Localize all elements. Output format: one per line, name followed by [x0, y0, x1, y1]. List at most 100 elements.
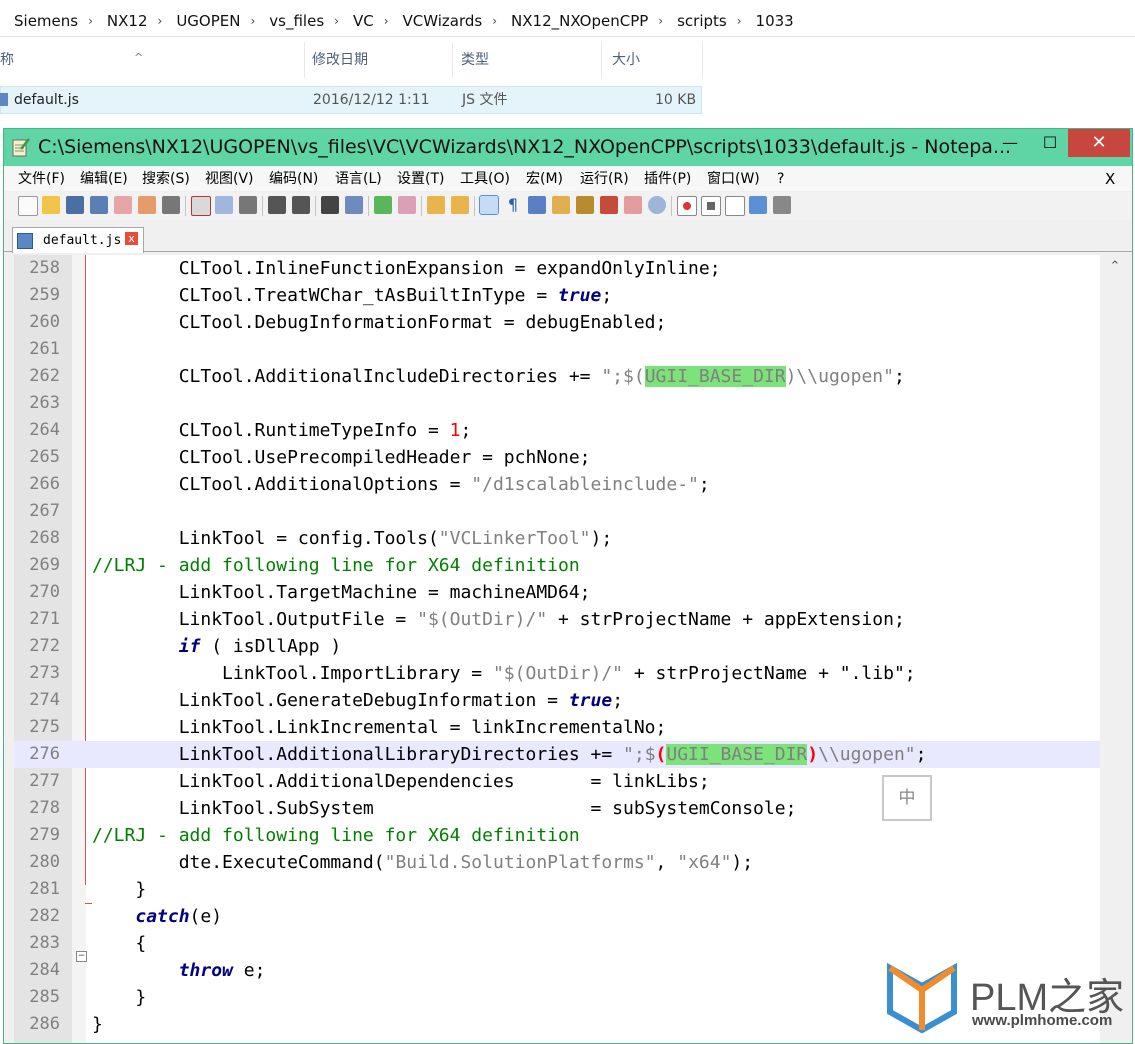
code-line[interactable]: 272 if ( isDllApp )	[14, 633, 1100, 660]
menu-help[interactable]: ?	[777, 167, 784, 191]
code-line[interactable]: 267	[14, 498, 1100, 525]
user-lang-icon[interactable]	[552, 196, 570, 214]
play-macro-icon[interactable]	[725, 196, 745, 216]
code-line[interactable]: 274 LinkTool.GenerateDebugInformation = …	[14, 687, 1100, 714]
tab-close-icon[interactable]: x	[125, 232, 138, 245]
code-line[interactable]: 282 catch(e)	[14, 903, 1100, 930]
vertical-scrollbar[interactable]: ⌃	[1100, 255, 1130, 1043]
tab-default-js[interactable]: default.js x	[12, 227, 144, 253]
title-bar[interactable]: C:\Siemens\NX12\UGOPEN\vs_files\VC\VCWiz…	[4, 129, 1132, 166]
close-all-icon[interactable]	[138, 196, 156, 214]
menu-language[interactable]: 语言(L)	[335, 167, 382, 191]
breadcrumb-chevron-icon[interactable]: ›	[240, 14, 255, 28]
menu-view[interactable]: 视图(V)	[205, 167, 254, 191]
find-icon[interactable]	[321, 196, 339, 214]
breadcrumb-item[interactable]: NX12_NXOpenCPP	[497, 12, 648, 30]
menu-encoding[interactable]: 编码(N)	[269, 167, 318, 191]
menu-edit[interactable]: 编辑(E)	[80, 167, 128, 191]
breadcrumb-item[interactable]: UGOPEN	[162, 12, 240, 30]
code-line[interactable]: 264 CLTool.RuntimeTypeInfo = 1;	[14, 417, 1100, 444]
breadcrumb-chevron-icon[interactable]: ›	[148, 14, 163, 28]
sync-horizontal-icon[interactable]	[451, 196, 469, 214]
scroll-up-arrow-icon[interactable]: ⌃	[1100, 255, 1130, 279]
code-line[interactable]: 283 {	[14, 930, 1100, 957]
code-line[interactable]: 276 LinkTool.AdditionalLibraryDirectorie…	[14, 741, 1100, 768]
code-line[interactable]: 278 LinkTool.SubSystem = subSystemConsol…	[14, 795, 1100, 822]
copy-icon[interactable]	[215, 196, 233, 214]
code-line[interactable]: 273 LinkTool.ImportLibrary = "$(OutDir)/…	[14, 660, 1100, 687]
zoom-out-icon[interactable]	[398, 196, 416, 214]
column-size[interactable]: 大小	[612, 42, 703, 78]
ime-indicator[interactable]: 中	[882, 775, 932, 821]
code-line[interactable]: 263	[14, 390, 1100, 417]
menu-run[interactable]: 运行(R)	[580, 167, 629, 191]
breadcrumb-item[interactable]: NX12	[93, 12, 148, 30]
menu-window[interactable]: 窗口(W)	[707, 167, 760, 191]
column-date[interactable]: 修改日期	[312, 42, 453, 78]
open-file-icon[interactable]	[42, 196, 60, 214]
menu-file[interactable]: 文件(F)	[18, 167, 65, 191]
breadcrumb-chevron-icon[interactable]: ›	[727, 14, 742, 28]
breadcrumb-chevron-icon[interactable]: ›	[374, 14, 389, 28]
zoom-in-icon[interactable]	[374, 196, 392, 214]
menu-search[interactable]: 搜索(S)	[142, 167, 190, 191]
column-name[interactable]: 称 ^	[0, 42, 305, 78]
indent-guide-icon[interactable]	[528, 196, 546, 214]
minimize-button[interactable]: —	[990, 129, 1030, 157]
menu-tools[interactable]: 工具(O)	[460, 167, 510, 191]
menu-macro[interactable]: 宏(M)	[526, 167, 563, 191]
breadcrumb-item[interactable]: VC	[339, 12, 374, 30]
record-macro-icon[interactable]	[677, 196, 697, 216]
monitoring-eye-icon[interactable]	[648, 196, 666, 214]
replace-icon[interactable]	[345, 196, 363, 214]
file-row[interactable]: default.js 2016/12/12 1:11 JS 文件 10 KB	[0, 86, 702, 114]
show-all-chars-icon[interactable]: ¶	[504, 196, 522, 214]
stop-macro-icon[interactable]	[701, 196, 721, 216]
function-list-icon[interactable]	[600, 196, 618, 214]
code-line[interactable]: 280 dte.ExecuteCommand("Build.SolutionPl…	[14, 849, 1100, 876]
code-line[interactable]: 275 LinkTool.LinkIncremental = linkIncre…	[14, 714, 1100, 741]
folder-workspace-icon[interactable]	[624, 196, 642, 214]
code-line[interactable]: 262 CLTool.AdditionalIncludeDirectories …	[14, 363, 1100, 390]
doc-map-icon[interactable]	[576, 196, 594, 214]
code-line[interactable]: 269 //LRJ - add following line for X64 de…	[14, 552, 1100, 579]
code-line[interactable]: 277 LinkTool.AdditionalDependencies = li…	[14, 768, 1100, 795]
close-icon[interactable]	[114, 196, 132, 214]
code-line[interactable]: 268 LinkTool = config.Tools("VCLinkerToo…	[14, 525, 1100, 552]
breadcrumb-chevron-icon[interactable]: ›	[324, 14, 339, 28]
breadcrumb-item[interactable]: VCWizards	[389, 12, 483, 30]
menu-plugins[interactable]: 插件(P)	[644, 167, 691, 191]
breadcrumb-item[interactable]: Siemens	[0, 12, 78, 30]
new-file-icon[interactable]	[18, 196, 38, 216]
code-line[interactable]: 271 LinkTool.OutputFile = "$(OutDir)/" +…	[14, 606, 1100, 633]
save-all-icon[interactable]	[90, 196, 108, 214]
code-line[interactable]: 261	[14, 336, 1100, 363]
breadcrumb-chevron-icon[interactable]: ›	[482, 14, 497, 28]
code-line[interactable]: 259 CLTool.TreatWChar_tAsBuiltInType = t…	[14, 282, 1100, 309]
save-icon[interactable]	[66, 196, 84, 214]
save-macro-icon[interactable]	[773, 196, 791, 214]
breadcrumb-item[interactable]: 1033	[742, 12, 794, 30]
code-line[interactable]: 281 }	[14, 876, 1100, 903]
close-document-button[interactable]: X	[1105, 167, 1115, 191]
breadcrumb-chevron-icon[interactable]: ›	[78, 14, 93, 28]
breadcrumb-item[interactable]: vs_files	[255, 12, 324, 30]
close-button[interactable]: ✕	[1068, 129, 1130, 157]
code-line[interactable]: 266 CLTool.AdditionalOptions = "/d1scala…	[14, 471, 1100, 498]
maximize-button[interactable]: ☐	[1030, 129, 1070, 157]
code-line[interactable]: 258 CLTool.InlineFunctionExpansion = exp…	[14, 255, 1100, 282]
code-line[interactable]: 270 LinkTool.TargetMachine = machineAMD6…	[14, 579, 1100, 606]
code-line[interactable]: 265 CLTool.UsePrecompiledHeader = pchNon…	[14, 444, 1100, 471]
code-line[interactable]: 260 CLTool.DebugInformationFormat = debu…	[14, 309, 1100, 336]
word-wrap-icon[interactable]	[479, 195, 499, 215]
breadcrumb-chevron-icon[interactable]: ›	[648, 14, 663, 28]
paste-icon[interactable]	[239, 196, 257, 214]
breadcrumb-item[interactable]: scripts	[663, 12, 727, 30]
code-line[interactable]: 279 //LRJ - add following line for X64 de…	[14, 822, 1100, 849]
column-type[interactable]: 类型	[461, 42, 602, 78]
redo-icon[interactable]	[292, 196, 310, 214]
cut-icon[interactable]	[191, 196, 211, 216]
print-icon[interactable]	[162, 196, 180, 214]
undo-icon[interactable]	[268, 196, 286, 214]
sync-vertical-icon[interactable]	[427, 196, 445, 214]
